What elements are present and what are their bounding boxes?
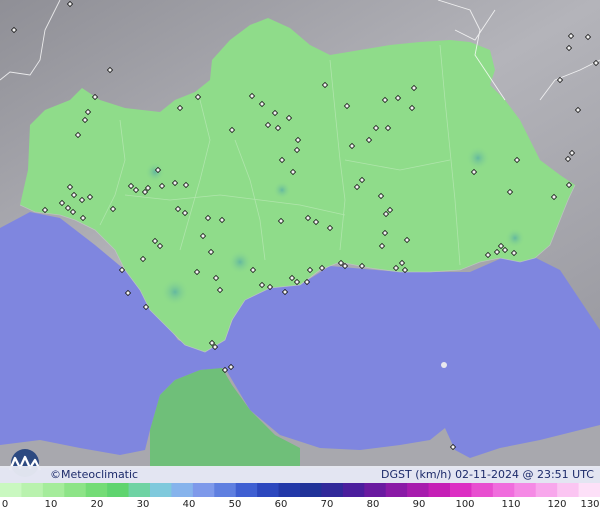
copyright-symbol: ©	[50, 468, 61, 481]
legend-swatch	[64, 483, 87, 497]
credit-text: ©Meteoclimatic	[50, 467, 138, 482]
legend-swatch	[21, 483, 44, 497]
legend-tick-label: 0	[1, 499, 9, 510]
timestamp: 02-11-2024 @ 23:51 UTC	[455, 468, 594, 481]
legend-tick-label: 50	[228, 499, 242, 510]
legend-swatch	[578, 483, 600, 497]
legend-swatch	[0, 483, 22, 497]
legend-swatch	[300, 483, 322, 497]
legend-tick-label: 110	[501, 499, 521, 510]
legend-swatch	[171, 483, 194, 497]
alboran-island-marker	[441, 362, 447, 368]
legend-tick-label: 80	[366, 499, 380, 510]
legend-tick-label: 100	[455, 499, 475, 510]
legend-swatch	[192, 483, 215, 497]
legend-tick-label: 120	[547, 499, 567, 510]
legend-swatch	[407, 483, 430, 497]
legend-swatch	[428, 483, 451, 497]
color-legend: 0 10 20 30 40 50 60 70 80 90 100 110 120 130	[0, 483, 600, 517]
legend-tick-label: 40	[182, 499, 196, 510]
legend-swatch	[471, 483, 494, 497]
legend-tick-label: 60	[274, 499, 288, 510]
legend-swatch	[235, 483, 258, 497]
legend-swatch	[557, 483, 580, 497]
legend-swatch	[150, 483, 172, 497]
legend-swatch	[492, 483, 515, 497]
legend-tick-label: 70	[320, 499, 334, 510]
map-meta: DGST (km/h) 02-11-2024 @ 23:51 UTC	[381, 467, 594, 482]
legend-tick-label: 90	[412, 499, 426, 510]
legend-swatch	[42, 483, 65, 497]
legend-swatch	[85, 483, 108, 497]
legend-tick-label: 30	[136, 499, 150, 510]
legend-swatch	[278, 483, 301, 497]
legend-swatch	[514, 483, 537, 497]
legend-tick-label: 10	[44, 499, 58, 510]
legend-scale-bar	[0, 483, 600, 497]
brand-name: Meteoclimatic	[61, 468, 139, 481]
map-viewer: { "brand": { "name": "Meteoclimatic", "c…	[0, 0, 600, 517]
legend-swatch	[128, 483, 151, 497]
legend-tick-label: 20	[90, 499, 104, 510]
legend-swatch	[107, 483, 130, 497]
wind-gust-map	[0, 0, 600, 468]
legend-swatch	[535, 483, 558, 497]
legend-swatch	[214, 483, 237, 497]
variable-label: DGST (km/h)	[381, 468, 456, 481]
legend-swatch	[450, 483, 472, 497]
legend-swatch	[342, 483, 365, 497]
legend-swatch	[364, 483, 387, 497]
legend-swatch	[257, 483, 280, 497]
legend-swatch	[321, 483, 344, 497]
legend-tick-label: 130	[580, 499, 600, 510]
legend-swatch	[385, 483, 408, 497]
